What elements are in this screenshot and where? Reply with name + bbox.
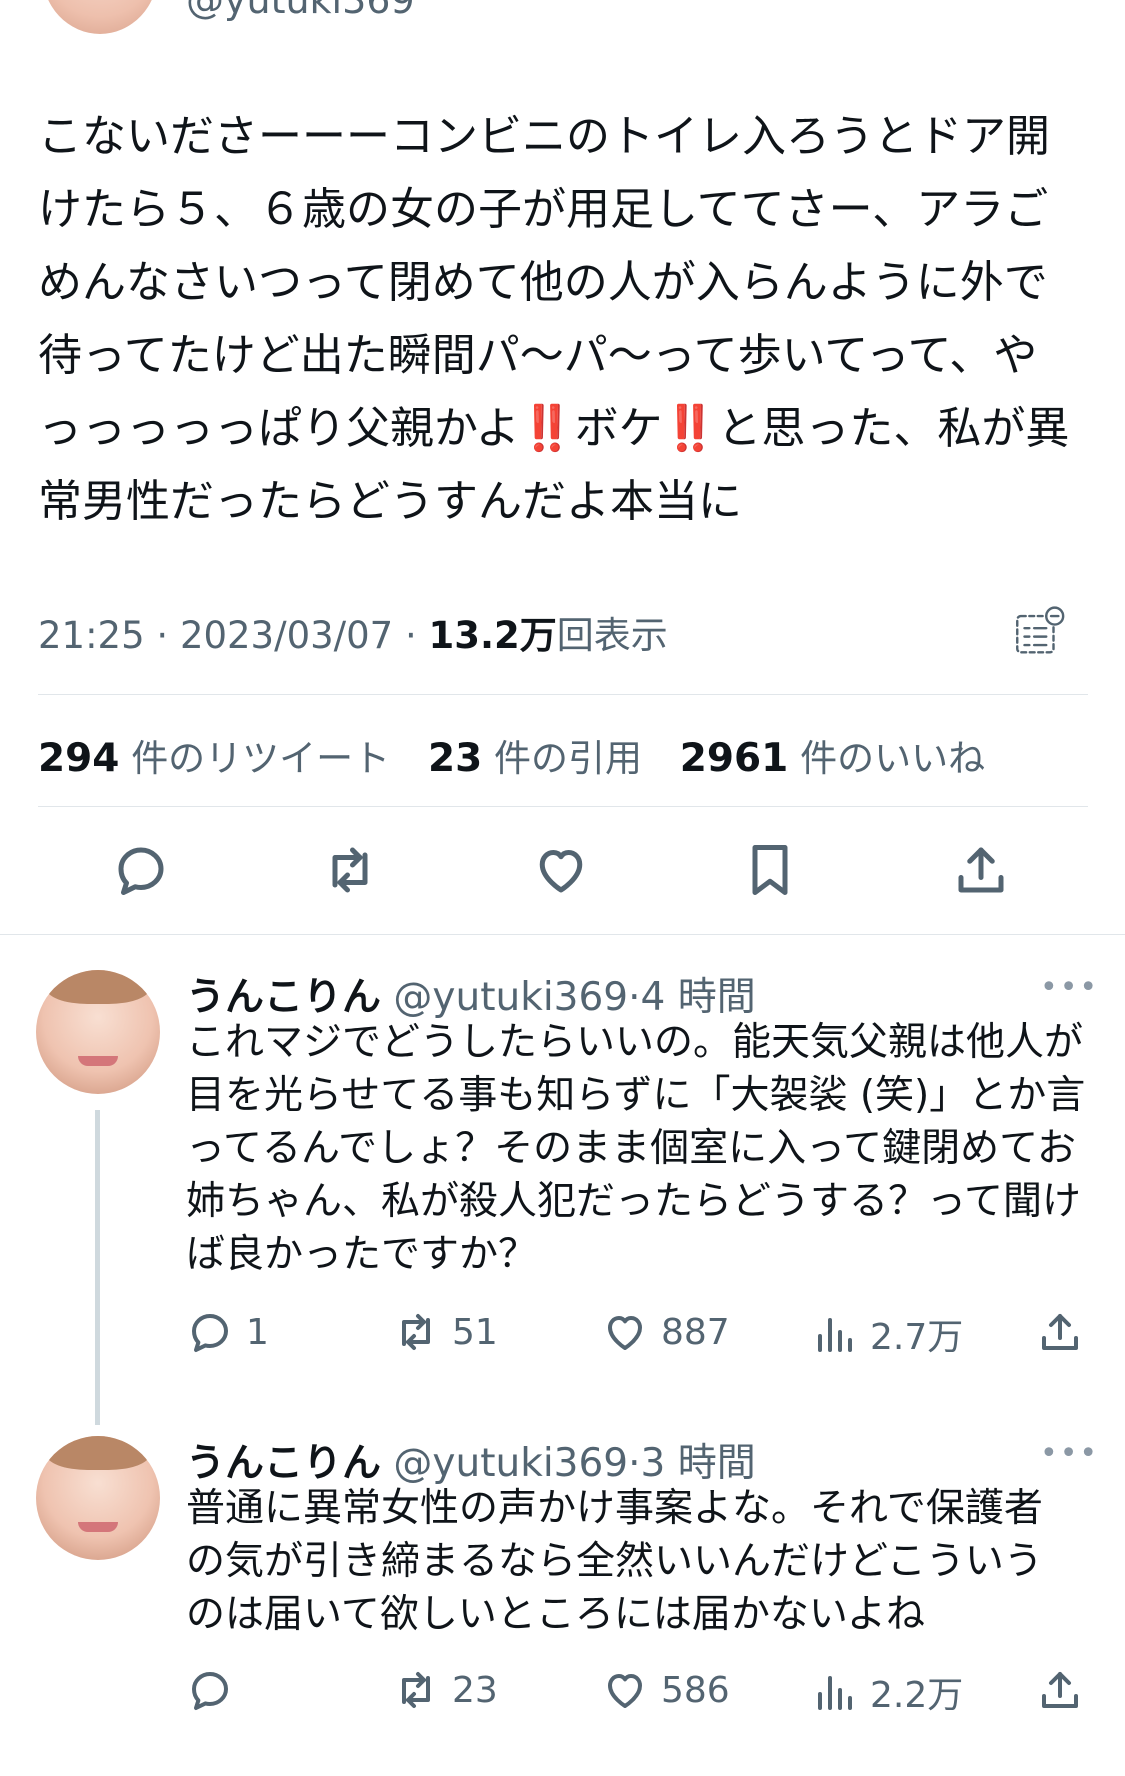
double-exclamation-emoji: ‼️ — [662, 403, 718, 454]
more-icon[interactable]: ••• — [1040, 1436, 1099, 1471]
reply-header: うんこりん @yutuki369·4 時間 — [186, 966, 756, 1022]
retweet-icon — [402, 1314, 430, 1350]
reply-text-line: のは届いて欲しいところには届かないよね — [186, 1592, 926, 1637]
share-icon[interactable] — [951, 840, 1011, 900]
reply-text-line: の気が引き締まるなら全然いいんだけどこういう — [186, 1539, 1043, 1584]
share-button[interactable] — [1036, 1666, 1096, 1714]
tweet-text-line: っっっっっぱり父親かよ‼️ボケ‼️と思った、私が異 — [38, 392, 1098, 465]
more-icon[interactable]: ••• — [1040, 970, 1099, 1005]
reply-button[interactable]: 1 — [186, 1308, 269, 1356]
retweet-count: 51 — [452, 1311, 498, 1353]
tweet-text-line: めんなさいつって閉めて他の人が入らんように外で — [38, 257, 1048, 308]
section-divider — [0, 934, 1125, 935]
tweet-text-line: けたら５、６歳の女の子が用足しててさー、アラご — [38, 184, 1049, 235]
reply-text-line: ってるんでしょ？そのまま個室に入って鍵閉めてお — [186, 1126, 1076, 1171]
display-name[interactable]: うんこりん — [186, 975, 381, 1020]
reply-icon[interactable] — [111, 840, 171, 900]
reply-text-line: ば良かったですか？ — [186, 1232, 538, 1277]
tweet-text-line: こないださーーーコンビニのトイレ入ろうとドア開 — [38, 111, 1050, 162]
reply-action-bar: 1 51 887 2.7万 — [0, 1308, 1125, 1358]
display-name[interactable]: うんこりん — [186, 1441, 381, 1486]
analytics-icon[interactable] — [1010, 604, 1068, 662]
likes-stat[interactable]: 2961 件のいいね — [680, 736, 985, 781]
retweet-count: 23 — [452, 1669, 498, 1711]
retweet-icon — [402, 1672, 430, 1708]
reply-text-line: これマジでどうしたらいいの。能天気父親は他人が — [186, 1020, 1084, 1065]
meta-separator: · — [156, 614, 169, 657]
reply-text-line: 目を光らせてる事も知らずに「大袈裟 (笑)」とか言 — [186, 1073, 1086, 1118]
meta-separator: · — [628, 1441, 641, 1486]
divider — [38, 694, 1088, 695]
views-button[interactable]: 2.2万 — [810, 1666, 963, 1718]
like-count: 887 — [661, 1311, 730, 1353]
tweet-stats: 294 件のリツイート 23 件の引用 2961 件のいいね — [38, 728, 1011, 782]
user-handle[interactable]: @yutuki369 — [393, 975, 628, 1020]
user-handle[interactable]: @yutuki369 — [393, 1441, 628, 1486]
like-count: 586 — [661, 1669, 730, 1711]
share-icon — [1042, 1672, 1078, 1708]
reply-header: うんこりん @yutuki369·3 時間 — [186, 1432, 756, 1488]
retweet-icon[interactable] — [320, 840, 380, 900]
reply-text: これマジでどうしたらいいの。能天気父親は他人が 目を光らせてる事も知らずに「大袈… — [186, 1016, 1096, 1281]
bookmark-icon[interactable] — [740, 840, 800, 900]
tweet-text-line: 待ってたけど出た瞬間パ〜パ〜って歩いてって、や — [38, 330, 1038, 381]
double-exclamation-emoji: ‼️ — [519, 403, 575, 454]
reply-text: 普通に異常女性の声かけ事案よな。それで保護者 の気が引き締まるなら全然いいんだけ… — [186, 1482, 1096, 1641]
views-icon — [818, 1318, 852, 1352]
like-button[interactable]: 586 — [601, 1666, 730, 1714]
reply-button[interactable] — [186, 1666, 246, 1714]
tweet-action-bar — [0, 840, 1125, 900]
heart-icon[interactable] — [531, 840, 591, 900]
tweet-text-segment: っっっっっぱり父親かよ — [38, 403, 520, 454]
views-count: 13.2万 — [428, 614, 557, 657]
reply-count: 1 — [246, 1311, 269, 1353]
avatar[interactable] — [36, 970, 160, 1094]
avatar[interactable] — [36, 1436, 160, 1560]
heart-icon — [608, 1316, 642, 1350]
views-count: 2.7万 — [870, 1317, 964, 1358]
retweet-button[interactable]: 23 — [392, 1666, 498, 1714]
meta-separator: · — [628, 975, 641, 1020]
reply-text-line: 普通に異常女性の声かけ事案よな。それで保護者 — [186, 1486, 1043, 1531]
tweet-text: こないださーーーコンビニのトイレ入ろうとドア開 けたら５、６歳の女の子が用足して… — [38, 100, 1098, 538]
tweet-text-segment: ボケ — [574, 403, 663, 454]
retweets-stat[interactable]: 294 件のリツイート — [38, 736, 390, 781]
views-button[interactable]: 2.7万 — [810, 1308, 963, 1360]
divider — [38, 806, 1088, 807]
tweet-date[interactable]: 2023/03/07 — [180, 614, 393, 657]
thread-line — [95, 1110, 100, 1425]
views-label: 回表示 — [556, 614, 668, 657]
tweet-text-line: 常男性だったらどうすんだよ本当に — [38, 476, 742, 527]
author-handle[interactable]: @yutuki369 — [186, 0, 415, 22]
share-button[interactable] — [1036, 1308, 1096, 1356]
tweet-time[interactable]: 21:25 — [38, 614, 145, 657]
reply-time[interactable]: 3 時間 — [641, 1441, 756, 1486]
views-icon — [818, 1676, 852, 1710]
reply-text-line: 姉ちゃん、私が殺人犯だったらどうする？って聞け — [186, 1179, 1082, 1224]
like-button[interactable]: 887 — [601, 1308, 730, 1356]
author-avatar[interactable] — [42, 0, 158, 34]
reply-icon — [192, 1314, 228, 1352]
meta-separator: · — [404, 614, 417, 657]
reply-action-bar: 23 586 2.2万 — [0, 1666, 1125, 1716]
heart-icon — [608, 1674, 642, 1708]
reply-icon — [192, 1672, 228, 1710]
tweet-text-segment: と思った、私が異 — [717, 403, 1070, 454]
share-icon — [1042, 1314, 1078, 1350]
tweet-meta: 21:25 · 2023/03/07 · 13.2万回表示 — [38, 605, 668, 659]
views-count: 2.2万 — [870, 1675, 964, 1716]
quotes-stat[interactable]: 23 件の引用 — [428, 736, 642, 781]
reply-time[interactable]: 4 時間 — [641, 975, 756, 1020]
retweet-button[interactable]: 51 — [392, 1308, 498, 1356]
